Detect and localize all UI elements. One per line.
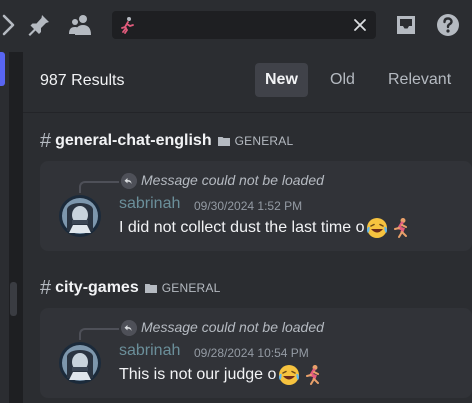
search-result-message[interactable]: Message could not be loaded sabrinah 09/… [40, 161, 472, 251]
username[interactable]: sabrinah [119, 342, 180, 360]
inbox-icon[interactable] [394, 13, 418, 37]
category-name: GENERAL [161, 281, 221, 295]
sort-tab-new[interactable]: New [255, 63, 308, 97]
sort-tab-relevant[interactable]: Relevant [378, 63, 461, 97]
reply-icon [121, 173, 137, 189]
channel-name: general-chat-english [55, 132, 212, 149]
channel-sidebar-edge [0, 52, 9, 403]
category-name: GENERAL [234, 134, 294, 148]
search-bar[interactable]: 🏃‍♀️ [112, 11, 376, 39]
threads-icon[interactable] [0, 13, 16, 37]
pin-icon[interactable] [27, 13, 51, 37]
reply-unavailable-text: Message could not be loaded [141, 319, 324, 335]
reply-connector [79, 328, 119, 340]
username[interactable]: sabrinah [119, 195, 180, 213]
channel-name: city-games [55, 279, 139, 296]
reply-icon [121, 320, 137, 336]
message-content: This is not our judge o [119, 364, 324, 386]
member-list-icon[interactable] [68, 13, 92, 37]
joy-emoji-icon [279, 365, 300, 385]
search-results-panel: 987 Results New Old Relevant # general-c… [23, 52, 472, 403]
sidebar-scrollbar[interactable] [10, 282, 17, 316]
app-window: 🏃‍♀️ 987 Results New Old Relevant # [0, 0, 472, 403]
woman-running-emoji-icon [394, 218, 408, 238]
folder-icon [217, 137, 230, 146]
folder-icon [144, 284, 157, 293]
message-content: I did not collect dust the last time o [119, 217, 412, 239]
result-channel-header[interactable]: # city-games GENERAL [40, 277, 220, 299]
result-channel-header[interactable]: # general-chat-english GENERAL [40, 130, 293, 152]
search-result-message[interactable]: Message could not be loaded sabrinah 09/… [40, 308, 472, 398]
help-icon[interactable] [436, 13, 460, 37]
channel-hash-icon: # [40, 129, 52, 152]
reply-connector [79, 181, 119, 193]
results-header: 987 Results New Old Relevant [23, 52, 472, 113]
sort-tab-old[interactable]: Old [320, 63, 365, 97]
message-text: I did not collect dust the last time o [119, 219, 365, 236]
reply-unavailable-text: Message could not be loaded [141, 172, 324, 188]
channel-hash-icon: # [40, 276, 52, 299]
selected-indicator [0, 52, 5, 86]
timestamp: 09/28/2024 10:54 PM [194, 346, 309, 360]
woman-running-emoji-icon [306, 365, 320, 385]
timestamp: 09/30/2024 1:52 PM [194, 199, 303, 213]
result-count: 987 Results [40, 72, 125, 89]
avatar[interactable] [59, 342, 101, 384]
message-text: This is not our judge o [119, 366, 277, 383]
joy-emoji-icon [367, 218, 388, 238]
clear-search-icon[interactable] [352, 17, 368, 33]
avatar[interactable] [59, 195, 101, 237]
top-toolbar: 🏃‍♀️ [0, 0, 472, 52]
search-query-runner-emoji [121, 17, 134, 34]
